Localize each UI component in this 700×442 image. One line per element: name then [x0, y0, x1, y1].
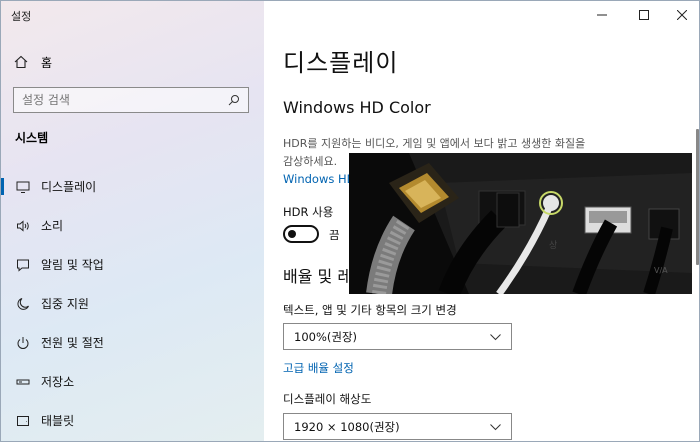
sidebar-item-storage[interactable]: 저장소	[1, 362, 264, 401]
resolution-label: 디스플레이 해상도	[283, 392, 372, 406]
chevron-down-icon	[490, 330, 501, 344]
svg-text:상: 상	[549, 240, 557, 251]
notification-icon	[15, 257, 31, 273]
chevron-down-icon	[490, 420, 501, 434]
sidebar-item-label: 저장소	[41, 375, 75, 389]
search-input[interactable]	[22, 93, 224, 107]
tablet-icon	[15, 413, 31, 429]
settings-window: 설정 홈 시스템 디스플레이	[0, 0, 700, 442]
sidebar-item-sound[interactable]: 소리	[1, 206, 264, 245]
sidebar-item-focus-assist[interactable]: 집중 지원	[1, 284, 264, 323]
hdmi-photo-image: 상 V/A	[349, 153, 692, 294]
monitor-icon	[15, 179, 31, 195]
sidebar-item-power[interactable]: 전원 및 절전	[1, 323, 264, 362]
advanced-scaling-link[interactable]: 고급 배율 설정	[283, 360, 354, 376]
toggle-knob	[288, 230, 296, 238]
nav-list: 디스플레이 소리 알림 및 작업 집중 지원 전원 및 절전 저장소 태블릿	[1, 167, 264, 440]
home-icon	[13, 54, 29, 70]
scale-label: 텍스트, 앱 및 기타 항목의 크기 변경	[283, 303, 457, 317]
app-title: 설정	[11, 10, 32, 23]
storage-icon	[15, 374, 31, 390]
sidebar-item-label: 알림 및 작업	[41, 258, 104, 272]
sidebar-item-label: 전원 및 절전	[41, 336, 104, 350]
search-icon[interactable]	[224, 90, 244, 110]
sidebar-item-display[interactable]: 디스플레이	[1, 167, 264, 206]
hdmi-cables-photo: 상 V/A	[349, 153, 692, 294]
hdr-toggle-state: 끔	[329, 228, 340, 242]
maximize-button[interactable]	[626, 1, 662, 29]
hd-color-heading: Windows HD Color	[283, 98, 431, 117]
resolution-dropdown[interactable]: 1920 × 1080(권장)	[283, 413, 512, 440]
sidebar-item-label: 태블릿	[41, 414, 75, 428]
scale-dropdown[interactable]: 100%(권장)	[283, 323, 512, 350]
sidebar-item-label: 디스플레이	[41, 180, 97, 194]
hd-color-settings-link[interactable]: Windows HD	[283, 172, 356, 186]
sidebar-item-notifications[interactable]: 알림 및 작업	[1, 245, 264, 284]
sidebar-item-label: 소리	[41, 219, 64, 233]
search-box[interactable]	[13, 87, 249, 113]
hdr-toggle[interactable]	[283, 225, 319, 243]
power-icon	[15, 335, 31, 351]
speaker-icon	[15, 218, 31, 234]
minimize-button[interactable]	[584, 1, 620, 29]
section-title: 시스템	[15, 131, 49, 145]
scale-layout-heading: 배율 및 레	[283, 267, 353, 286]
moon-icon	[15, 296, 31, 312]
scrollbar[interactable]	[696, 129, 699, 265]
sidebar: 설정 홈 시스템 디스플레이	[1, 1, 264, 441]
svg-text:V/A: V/A	[654, 266, 668, 275]
page-title: 디스플레이	[283, 49, 399, 77]
scale-dropdown-value: 100%(권장)	[294, 329, 358, 344]
nav-home[interactable]: 홈	[13, 51, 243, 73]
hdr-label: HDR 사용	[283, 205, 334, 219]
sidebar-item-tablet[interactable]: 태블릿	[1, 401, 264, 440]
sidebar-item-label: 집중 지원	[41, 297, 89, 311]
resolution-dropdown-value: 1920 × 1080(권장)	[294, 419, 400, 434]
home-label: 홈	[41, 55, 53, 70]
close-button[interactable]	[664, 1, 699, 29]
